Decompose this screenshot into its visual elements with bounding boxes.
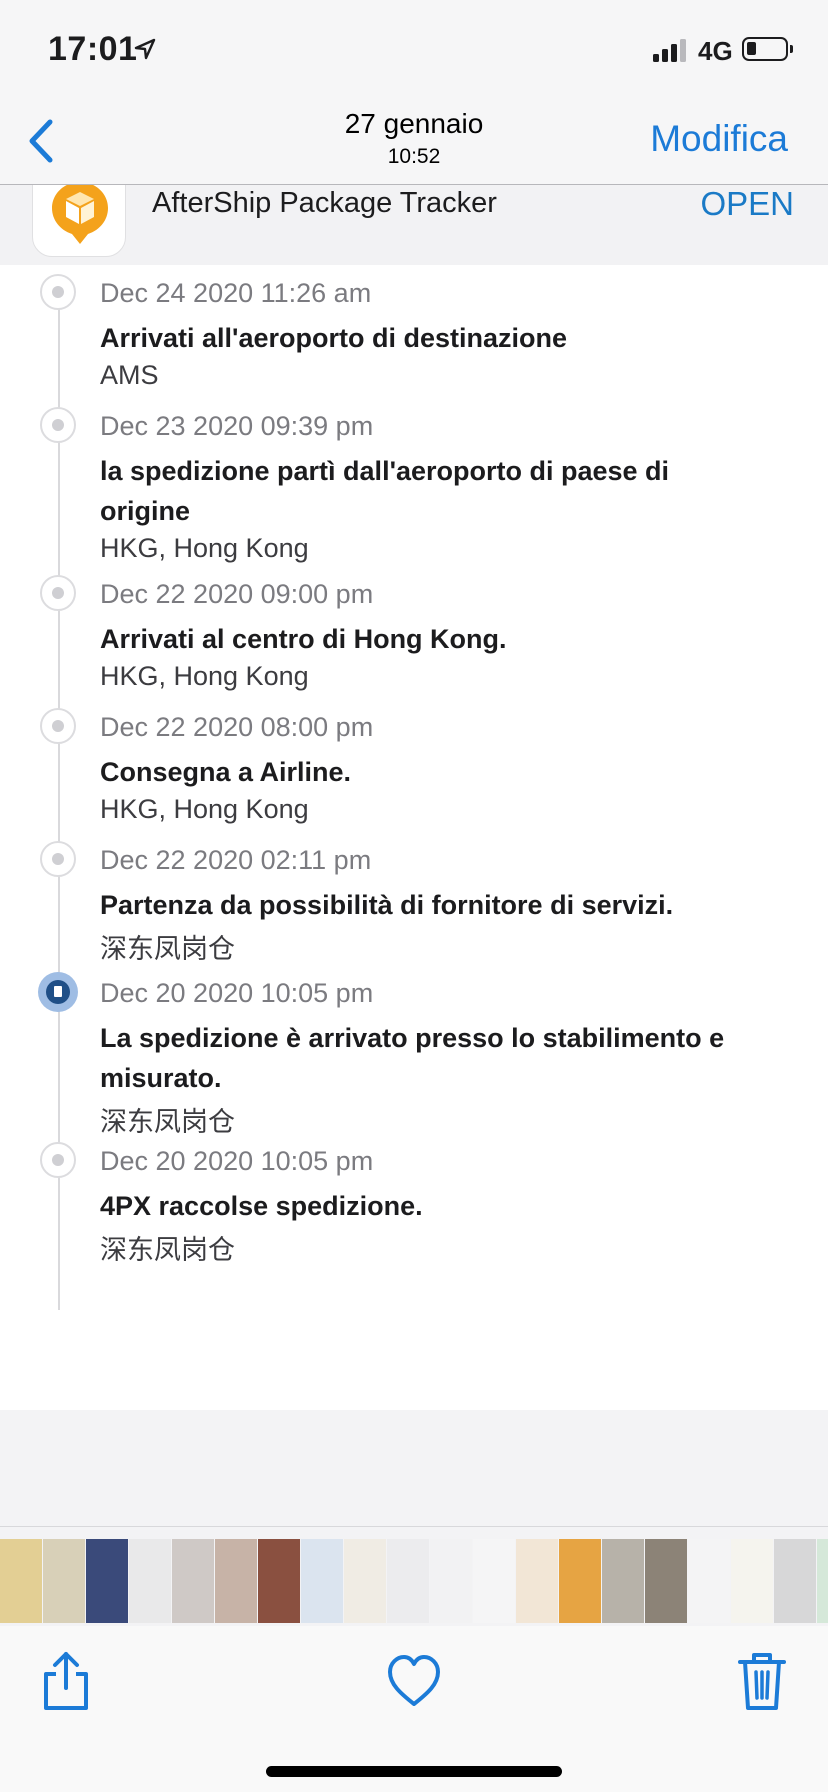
- navigation-bar: 27 gennaio 10:52 Modifica: [0, 100, 828, 185]
- photo-thumbnail[interactable]: [559, 1539, 601, 1623]
- event-date: Dec 22 2020 02:11 pm: [100, 845, 372, 875]
- heart-icon[interactable]: [384, 1648, 444, 1712]
- event-title: la spedizione partì dall'aeroporto di pa…: [100, 451, 790, 531]
- edit-button[interactable]: Modifica: [650, 118, 788, 160]
- event-location: HKG, Hong Kong: [100, 794, 309, 824]
- tracking-timeline: Dec 24 2020 11:26 am Arrivati all'aeropor…: [0, 265, 828, 1410]
- photo-thumbnail[interactable]: [387, 1539, 429, 1623]
- battery-icon: [742, 37, 793, 61]
- status-time: 17:01: [48, 30, 138, 68]
- timeline-dot: [40, 708, 76, 744]
- event-location: 深东凤岗仓: [100, 1107, 235, 1137]
- event-title: Arrivati all'aeroporto di destinazione: [100, 318, 790, 358]
- event-title-line: La spedizione è arrivato presso lo stabi…: [100, 1023, 725, 1053]
- timeline-dot: [40, 1142, 76, 1178]
- event-title-line: origine: [100, 496, 191, 526]
- app-banner: AfterShip Package Tracker OPEN: [0, 185, 828, 265]
- trash-icon[interactable]: [732, 1648, 792, 1712]
- photo-thumbnail[interactable]: [473, 1539, 515, 1623]
- home-indicator: [266, 1766, 562, 1777]
- aftership-app-icon[interactable]: [32, 185, 126, 257]
- event-title-line: la spedizione partì dall'aeroporto di pa…: [100, 456, 670, 486]
- photo-thumbnail[interactable]: [129, 1539, 171, 1623]
- photo-thumbnail[interactable]: [43, 1539, 85, 1623]
- event-location: 深东凤岗仓: [100, 934, 235, 964]
- event-date: Dec 20 2020 10:05 pm: [100, 1146, 374, 1176]
- timeline-dot: [40, 274, 76, 310]
- photo-thumbnail[interactable]: [516, 1539, 558, 1623]
- event-location: 深东凤岗仓: [100, 1235, 235, 1265]
- photo-thumbnail[interactable]: [344, 1539, 386, 1623]
- event-title: 4PX raccolse spedizione.: [100, 1186, 790, 1226]
- event-title: Partenza da possibilità di fornitore di …: [100, 885, 790, 925]
- signal-bar: [662, 49, 668, 62]
- timeline-dot: [40, 407, 76, 443]
- event-title-line: 4PX raccolse spedizione.: [100, 1191, 423, 1221]
- signal-bar: [653, 54, 659, 62]
- event-date: Dec 22 2020 08:00 pm: [100, 712, 374, 742]
- photo-thumbnail[interactable]: [172, 1539, 214, 1623]
- photo-thumbnail[interactable]: [731, 1539, 773, 1623]
- photo-thumbnail[interactable]: [817, 1539, 828, 1623]
- photo-thumbnail[interactable]: [688, 1539, 730, 1623]
- photo-thumbnail-strip[interactable]: [0, 1526, 828, 1627]
- share-icon[interactable]: [36, 1648, 96, 1712]
- event-location: HKG, Hong Kong: [100, 533, 309, 563]
- signal-strength-icon: [653, 38, 689, 62]
- event-date: Dec 23 2020 09:39 pm: [100, 411, 374, 441]
- open-app-button[interactable]: OPEN: [700, 185, 794, 223]
- event-location: AMS: [100, 360, 159, 390]
- photo-thumbnail[interactable]: [301, 1539, 343, 1623]
- photo-thumbnail[interactable]: [774, 1539, 816, 1623]
- event-title: Arrivati al centro di Hong Kong.: [100, 619, 790, 659]
- status-bar: 17:01 4G: [0, 0, 828, 100]
- event-location: HKG, Hong Kong: [100, 661, 309, 691]
- event-title-line: Arrivati all'aeroporto di destinazione: [100, 323, 568, 353]
- event-title-line: Partenza da possibilità di fornitore di …: [100, 890, 674, 920]
- photo-thumbnail[interactable]: [645, 1539, 687, 1623]
- app-name: AfterShip Package Tracker: [152, 187, 497, 219]
- event-title-line: misurato.: [100, 1063, 222, 1093]
- document-icon: [54, 986, 62, 997]
- event-date: Dec 24 2020 11:26 am: [100, 278, 372, 308]
- event-title: La spedizione è arrivato presso lo stabi…: [100, 1018, 790, 1098]
- photo-thumbnail[interactable]: [0, 1539, 42, 1623]
- photo-thumbnail[interactable]: [215, 1539, 257, 1623]
- photo-thumbnail[interactable]: [258, 1539, 300, 1623]
- signal-bar: [671, 44, 677, 62]
- event-date: Dec 22 2020 09:00 pm: [100, 579, 374, 609]
- timeline-dot: [40, 841, 76, 877]
- network-type: 4G: [698, 36, 733, 66]
- empty-area: [0, 1410, 828, 1526]
- signal-bar: [680, 39, 686, 62]
- event-date: Dec 20 2020 10:05 pm: [100, 978, 374, 1008]
- photo-thumbnail[interactable]: [430, 1539, 472, 1623]
- photo-thumbnail[interactable]: [602, 1539, 644, 1623]
- event-title: Consegna a Airline.: [100, 752, 790, 792]
- bottom-toolbar: [0, 1626, 828, 1792]
- timeline-dot-active: [38, 972, 78, 1012]
- timeline-dot: [40, 575, 76, 611]
- event-title-line: Arrivati al centro di Hong Kong.: [100, 624, 507, 654]
- event-title-line: Consegna a Airline.: [100, 757, 352, 787]
- photo-thumbnail[interactable]: [86, 1539, 128, 1623]
- location-arrow-icon: [134, 38, 156, 60]
